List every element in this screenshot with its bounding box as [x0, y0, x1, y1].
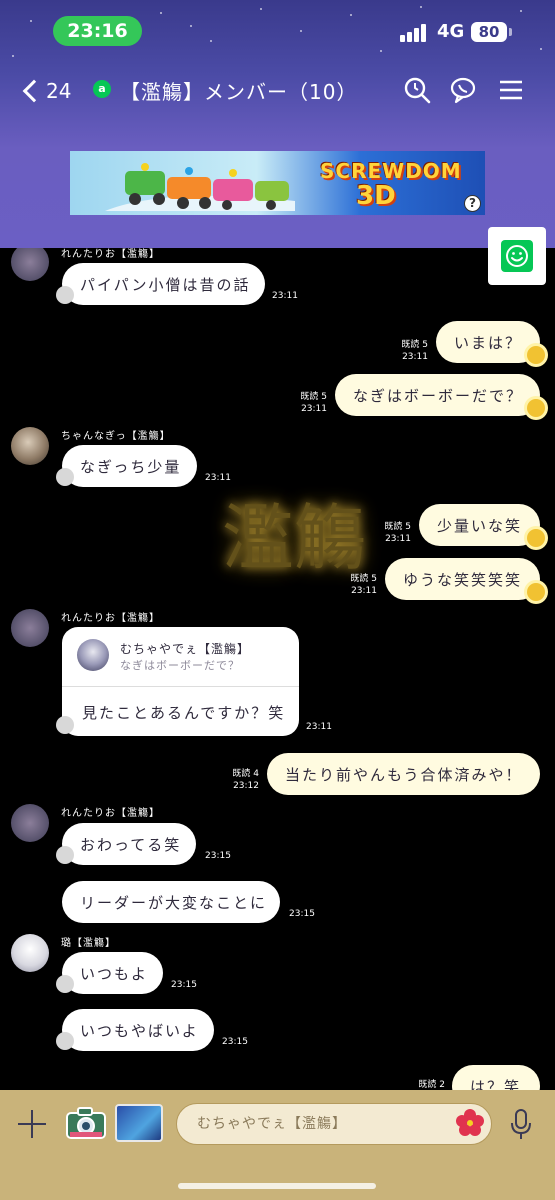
sticker-deco-icon [56, 846, 74, 864]
message-time: 23:15 [205, 851, 231, 861]
message-bubble[interactable]: いまは？ [436, 321, 540, 363]
avatar[interactable] [11, 609, 49, 647]
read-receipt: 既読 5 23:11 [300, 392, 327, 414]
battery-icon: 80 [471, 22, 507, 42]
group-badge-icon: a [93, 80, 111, 98]
back-button[interactable]: 24 [20, 76, 71, 106]
photo-icon[interactable] [115, 1104, 163, 1142]
avatar[interactable] [11, 248, 49, 281]
message-bubble[interactable]: ゆうな笑笑笑笑 [385, 558, 540, 600]
search-icon[interactable] [403, 76, 431, 104]
star-deco-icon [527, 346, 545, 364]
sticker-deco-icon [56, 286, 74, 304]
sender-name: れんたりお【濫觴】 [61, 808, 160, 819]
sender-name: 璐【濫觴】 [61, 938, 116, 949]
message-time: 23:15 [222, 1037, 248, 1047]
message-time: 23:15 [171, 980, 197, 990]
sticker-deco-icon [56, 1032, 74, 1050]
message-time: 23:11 [205, 473, 231, 483]
chat-header: 23:16 4G 80 24 a 【濫觴】メンバー（10） SCREWDOM 3… [0, 0, 555, 248]
message-bubble[interactable]: 当たり前やんもう合体済みや！ [267, 753, 540, 795]
avatar[interactable] [11, 427, 49, 465]
reply-text: 見たことあるんですか？笑 [82, 704, 286, 722]
quoted-message[interactable]: むちゃやでぇ【濫觴】 なぎはボーボーだで？ [62, 627, 299, 687]
star-deco-icon [527, 529, 545, 547]
ad-subtitle: 3D [356, 181, 396, 211]
chat-messages[interactable]: 濫觴 れんたりお【濫觴】 パイパン小僧は昔の話 23:11 既読 5 23:11 … [0, 248, 555, 1090]
reply-message-bubble[interactable]: むちゃやでぇ【濫觴】 なぎはボーボーだで？ 見たことあるんですか？笑 [62, 627, 299, 736]
avatar[interactable] [11, 804, 49, 842]
sticker-deco-icon [56, 468, 74, 486]
call-icon[interactable] [450, 76, 478, 104]
read-receipt: 既読 5 23:11 [350, 574, 377, 596]
star-deco-icon [527, 399, 545, 417]
message-composer: むちゃやでぇ【濫觴】 [0, 1090, 555, 1200]
ad-banner[interactable]: SCREWDOM 3D ? [70, 151, 485, 215]
hibiscus-emoji-icon[interactable] [455, 1108, 485, 1138]
battery-tip [509, 28, 512, 36]
message-input[interactable]: むちゃやでぇ【濫觴】 [176, 1103, 492, 1145]
smiley-icon [501, 240, 533, 272]
status-bar: 23:16 4G 80 [0, 0, 555, 62]
network-type: 4G [437, 21, 465, 42]
message-bubble[interactable]: なぎっち少量 [62, 445, 197, 487]
message-bubble[interactable]: なぎはボーボーだで？ [335, 374, 540, 416]
message-bubble[interactable]: おわってる笑 [62, 823, 196, 865]
sticker-button[interactable] [488, 227, 546, 285]
chat-title[interactable]: 【濫觴】メンバー（10） [120, 76, 357, 105]
message-bubble[interactable]: いつもやばいよ [62, 1009, 214, 1051]
message-bubble[interactable]: は？笑 [452, 1065, 540, 1090]
sender-name: れんたりお【濫觴】 [61, 249, 160, 260]
ad-toy-truck-image [105, 163, 295, 211]
ad-title: SCREWDOM [320, 159, 462, 183]
message-bubble[interactable]: いつもよ [62, 952, 163, 994]
quoted-text: なぎはボーボーだで？ [120, 659, 240, 672]
message-time: 23:15 [289, 909, 315, 919]
message-bubble[interactable]: 少量いな笑 [419, 504, 540, 546]
sender-name: ちゃんなぎっ【濫觴】 [61, 431, 171, 442]
read-receipt: 既読 4 23:12 [232, 769, 259, 791]
camera-icon[interactable] [66, 1106, 106, 1140]
sticker-deco-icon [56, 716, 74, 734]
ad-help-icon[interactable]: ? [464, 195, 481, 212]
read-receipt: 既読 2 [418, 1080, 445, 1090]
message-bubble[interactable]: パイパン小僧は昔の話 [62, 263, 265, 305]
message-bubble[interactable]: リーダーが大変なことに [62, 881, 280, 923]
home-indicator [178, 1183, 376, 1189]
avatar[interactable] [11, 934, 49, 972]
microphone-icon[interactable] [508, 1108, 534, 1140]
back-unread-count: 24 [46, 79, 72, 103]
chevron-left-icon [22, 79, 46, 103]
read-receipt: 既読 5 23:11 [384, 522, 411, 544]
quoted-avatar [77, 639, 109, 671]
message-time: 23:11 [272, 291, 298, 301]
read-receipt: 既読 5 23:11 [401, 340, 428, 362]
message-time: 23:11 [306, 722, 332, 732]
sender-name: れんたりお【濫觴】 [61, 613, 160, 624]
status-time: 23:16 [53, 16, 142, 46]
cellular-signal-icon [400, 24, 428, 42]
menu-icon[interactable] [497, 76, 525, 104]
watermark-text: 濫觴 [222, 496, 367, 580]
sticker-deco-icon [56, 975, 74, 993]
plus-icon[interactable] [18, 1110, 46, 1138]
quoted-sender: むちゃやでぇ【濫觴】 [120, 642, 251, 656]
star-deco-icon [527, 583, 545, 601]
